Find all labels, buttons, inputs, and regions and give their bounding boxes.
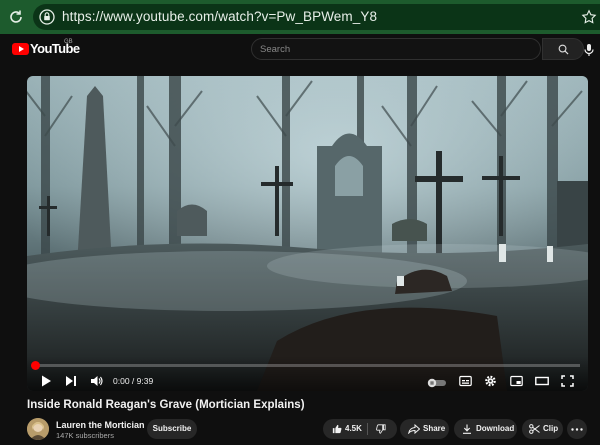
url-text: https://www.youtube.com/watch?v=Pw_BPWem… bbox=[62, 9, 378, 24]
video-player[interactable]: 0:00 / 9:39 bbox=[27, 76, 588, 391]
download-icon bbox=[463, 424, 471, 434]
player-area: 0:00 / 9:39 bbox=[0, 68, 600, 391]
like-divider bbox=[367, 423, 368, 435]
clip-button[interactable]: Clip bbox=[522, 419, 563, 439]
miniplayer-icon[interactable] bbox=[510, 374, 523, 388]
clip-label: Clip bbox=[543, 424, 559, 433]
scissors-icon bbox=[529, 424, 540, 434]
thumbs-up-icon[interactable] bbox=[332, 424, 342, 434]
url-field[interactable]: https://www.youtube.com/watch?v=Pw_BPWem… bbox=[33, 4, 600, 30]
browser-address-bar: https://www.youtube.com/watch?v=Pw_BPWem… bbox=[0, 0, 600, 34]
download-button[interactable]: Download bbox=[454, 419, 517, 439]
channel-name[interactable]: Lauren the Mortician bbox=[56, 420, 145, 430]
like-count[interactable]: 4.5K bbox=[345, 424, 362, 433]
bookmark-star-icon[interactable] bbox=[581, 9, 597, 25]
player-controls: 0:00 / 9:39 bbox=[27, 356, 588, 391]
youtube-masthead: YouTube GB bbox=[0, 34, 600, 68]
progress-scrubber[interactable] bbox=[31, 361, 40, 370]
share-arrow-icon bbox=[408, 424, 420, 434]
play-icon[interactable] bbox=[40, 374, 52, 388]
subtitles-icon[interactable] bbox=[459, 374, 472, 388]
progress-bar[interactable] bbox=[31, 361, 580, 370]
settings-gear-icon[interactable] bbox=[484, 374, 497, 388]
fullscreen-icon[interactable] bbox=[561, 374, 574, 388]
next-icon[interactable] bbox=[65, 374, 77, 388]
share-button[interactable]: Share bbox=[400, 419, 449, 439]
video-frame-graveyard bbox=[27, 76, 588, 391]
search-box bbox=[251, 38, 584, 60]
video-title: Inside Ronald Reagan's Grave (Mortician … bbox=[27, 399, 305, 411]
more-dots-icon bbox=[571, 428, 583, 431]
like-dislike-group: 4.5K bbox=[323, 419, 397, 439]
download-label: Download bbox=[476, 424, 515, 433]
site-info-icon[interactable] bbox=[39, 9, 55, 25]
reload-icon[interactable] bbox=[7, 8, 25, 26]
thumbs-down-icon[interactable] bbox=[376, 424, 386, 434]
youtube-logo-icon[interactable] bbox=[12, 43, 29, 55]
volume-icon[interactable] bbox=[90, 374, 103, 388]
time-display: 0:00 / 9:39 bbox=[113, 376, 154, 386]
avatar-image bbox=[27, 418, 49, 440]
search-icon bbox=[558, 44, 569, 55]
autoplay-toggle-icon[interactable] bbox=[427, 376, 447, 390]
search-input[interactable] bbox=[252, 39, 537, 59]
subscriber-count: 147K subscribers bbox=[56, 431, 114, 440]
microphone-icon[interactable] bbox=[583, 43, 595, 57]
theater-mode-icon[interactable] bbox=[535, 374, 549, 388]
share-label: Share bbox=[423, 424, 446, 433]
more-actions-button[interactable] bbox=[567, 419, 587, 439]
search-button[interactable] bbox=[542, 38, 584, 60]
country-code: GB bbox=[64, 39, 73, 45]
channel-avatar[interactable] bbox=[27, 418, 49, 440]
subscribe-button[interactable]: Subscribe bbox=[147, 419, 197, 439]
